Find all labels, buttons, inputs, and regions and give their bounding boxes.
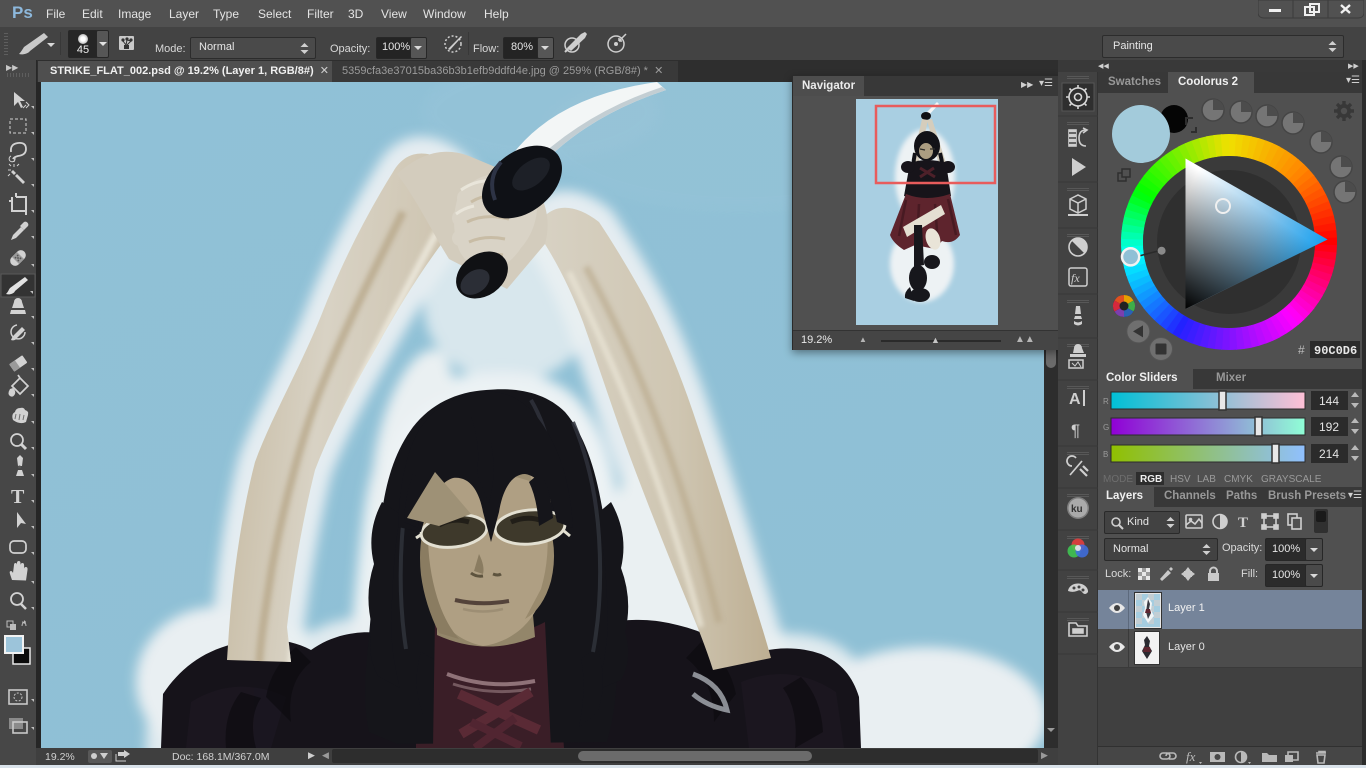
svg-text:#: # — [1298, 343, 1305, 357]
svg-text:GRAYSCALE: GRAYSCALE — [1261, 474, 1322, 485]
svg-text:RGB: RGB — [1140, 474, 1162, 485]
svg-text:G: G — [1103, 423, 1109, 432]
svg-text:R: R — [1103, 397, 1109, 406]
svg-text:214: 214 — [1319, 447, 1339, 461]
svg-text:¶: ¶ — [1071, 421, 1080, 440]
svg-text:MODE: MODE — [1103, 474, 1133, 485]
svg-text:192: 192 — [1319, 420, 1339, 434]
svg-text:T: T — [11, 486, 25, 508]
svg-text:fx: fx — [1071, 271, 1080, 285]
svg-text:T: T — [1238, 515, 1248, 531]
svg-text:ku: ku — [1071, 504, 1083, 515]
svg-text:HSV: HSV — [1170, 474, 1191, 485]
svg-text:CMYK: CMYK — [1224, 474, 1253, 485]
svg-text:144: 144 — [1319, 394, 1339, 408]
svg-text:B: B — [1103, 450, 1108, 459]
svg-text:LAB: LAB — [1197, 474, 1216, 485]
svg-text:fx: fx — [1186, 749, 1196, 764]
svg-text:90C0D6: 90C0D6 — [1314, 344, 1357, 358]
svg-text:A: A — [1069, 391, 1081, 408]
